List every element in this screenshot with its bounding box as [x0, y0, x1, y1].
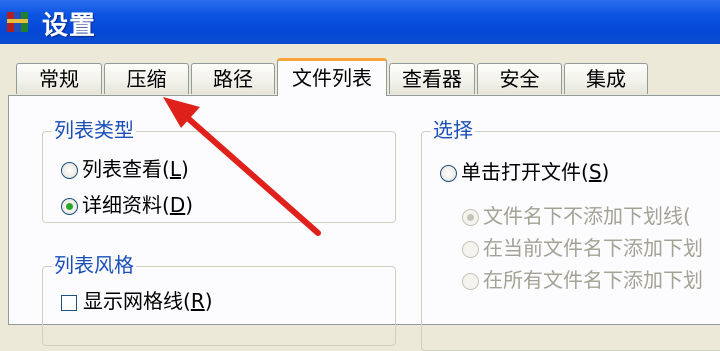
checkbox-icon	[61, 295, 77, 311]
list-type-title: 列表类型	[52, 118, 136, 142]
tab-file-list[interactable]: 文件列表	[277, 58, 387, 96]
radio-checked-icon	[61, 198, 78, 215]
no-underline-radio[interactable]: 文件名下不添加下划线(	[462, 204, 691, 228]
tab-viewer[interactable]: 查看器	[389, 63, 475, 94]
underline-current-radio[interactable]: 在当前文件名下添加下划	[462, 236, 703, 260]
tab-compression[interactable]: 压缩	[104, 63, 189, 94]
tab-general[interactable]: 常规	[16, 63, 102, 94]
radio-icon	[462, 241, 479, 258]
show-grid-checkbox[interactable]: 显示网格线(R)	[61, 289, 213, 313]
tab-security[interactable]: 安全	[477, 63, 562, 94]
radio-icon	[61, 162, 78, 179]
single-click-radio[interactable]: 单击打开文件(S)	[440, 160, 609, 184]
tab-panel: 列表类型 列表查看(L) 详细资料(D) 列表风格 显示网格线(R) 选择 单击…	[8, 95, 720, 351]
tab-paths[interactable]: 路径	[191, 63, 275, 94]
radio-icon	[462, 273, 479, 290]
window-title: 设置	[42, 11, 97, 41]
settings-dialog: 常规 压缩 路径 文件列表 查看器 安全 集成 列表类型 列表查看(L) 详细资…	[0, 44, 720, 351]
selection-title: 选择	[431, 118, 475, 142]
title-bar[interactable]: 设置	[0, 0, 720, 44]
winrar-books-icon	[7, 12, 28, 32]
radio-icon	[440, 165, 457, 182]
tab-integration[interactable]: 集成	[564, 63, 648, 94]
tab-strip: 常规 压缩 路径 文件列表 查看器 安全 集成	[0, 44, 720, 96]
list-style-title: 列表风格	[52, 253, 136, 277]
underline-all-radio[interactable]: 在所有文件名下添加下划	[462, 268, 703, 292]
details-radio[interactable]: 详细资料(D)	[61, 193, 193, 217]
radio-checked-icon	[462, 209, 479, 226]
list-view-radio[interactable]: 列表查看(L)	[61, 157, 189, 181]
